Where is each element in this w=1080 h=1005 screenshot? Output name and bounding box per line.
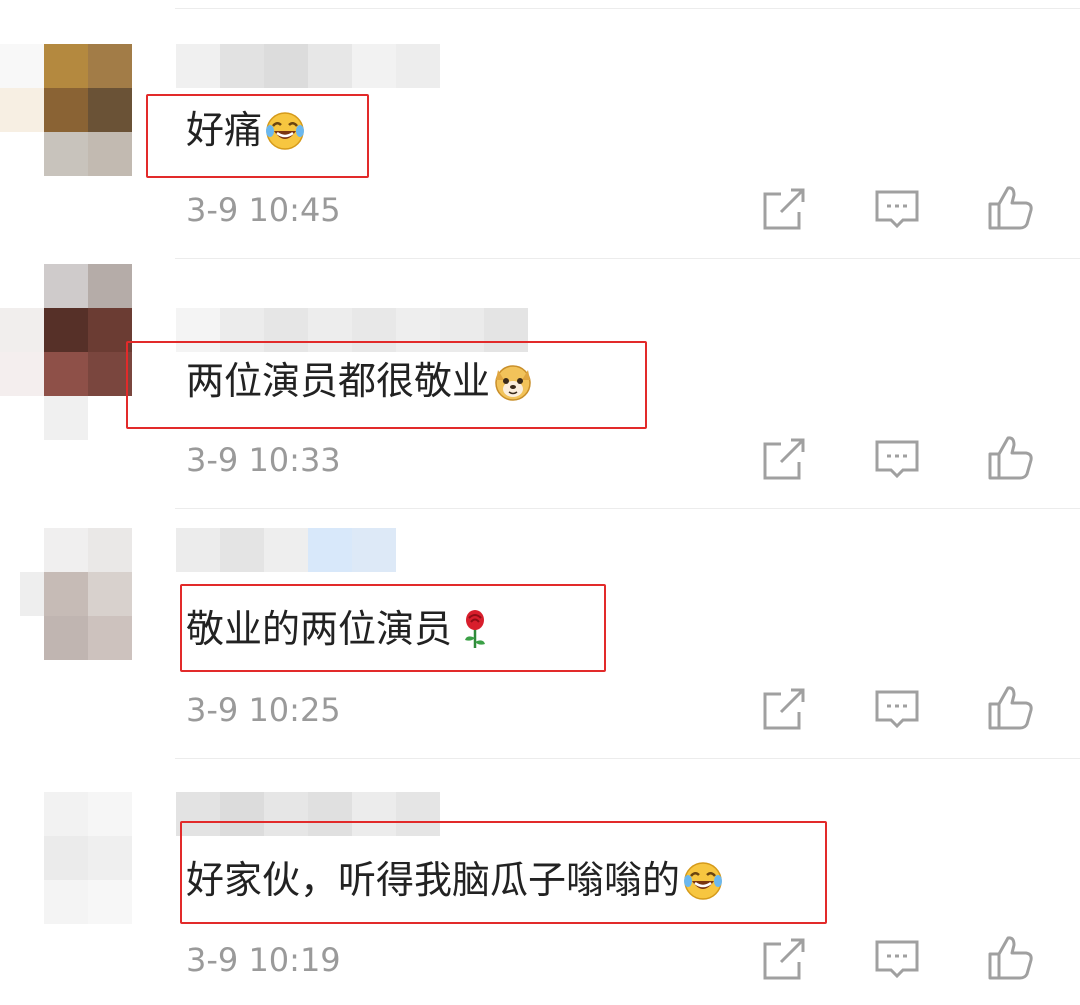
blurred-region (44, 396, 88, 440)
laughing-tears-emoji (684, 862, 723, 900)
comment-text: 敬业的两位演员 (186, 605, 496, 653)
comment-body: 敬业的两位演员 (186, 607, 453, 651)
comment-divider (175, 758, 1080, 759)
comment-timestamp: 3-9 10:33 (186, 441, 341, 479)
thumbs-up-icon (988, 686, 1033, 730)
like-button[interactable] (986, 434, 1034, 482)
laughing-tears-emoji (266, 112, 305, 150)
share-icon (763, 188, 805, 230)
share-button[interactable] (759, 936, 807, 984)
reply-comment-icon (875, 190, 919, 229)
share-button[interactable] (759, 186, 807, 234)
thumbs-up-icon (988, 936, 1033, 980)
comment-timestamp: 3-9 10:19 (186, 941, 341, 979)
username[interactable] (176, 44, 440, 88)
blurred-region (0, 88, 44, 132)
reply-comment-icon (875, 690, 919, 729)
top-divider (175, 8, 1080, 9)
share-button[interactable] (759, 436, 807, 484)
avatar[interactable] (44, 528, 132, 660)
rose-emoji (465, 610, 486, 648)
thumbs-up-icon (988, 436, 1033, 480)
comment-body: 好家伙，听得我脑瓜子嗡嗡的 (186, 858, 681, 902)
comment-body: 两位演员都很敬业 (186, 359, 491, 403)
comment-text: 两位演员都很敬业 (186, 357, 534, 405)
blurred-region (0, 352, 44, 396)
reply-button[interactable] (873, 436, 921, 484)
reply-button[interactable] (873, 936, 921, 984)
comment-timestamp: 3-9 10:45 (186, 191, 341, 229)
reply-comment-icon (875, 940, 919, 979)
reply-button[interactable] (873, 686, 921, 734)
username[interactable] (176, 528, 396, 572)
share-icon (763, 688, 805, 730)
comment-divider (175, 508, 1080, 509)
thumbs-up-icon (988, 186, 1033, 230)
like-button[interactable] (986, 684, 1034, 732)
share-icon (763, 438, 805, 480)
avatar[interactable] (44, 792, 132, 924)
like-button[interactable] (986, 184, 1034, 232)
avatar[interactable] (44, 44, 132, 176)
comment-text: 好家伙，听得我脑瓜子嗡嗡的 (186, 856, 724, 904)
blurred-region (20, 572, 44, 616)
blurred-region (0, 44, 44, 88)
avatar[interactable] (44, 264, 132, 396)
reply-button[interactable] (873, 186, 921, 234)
comment-divider (175, 258, 1080, 259)
like-button[interactable] (986, 934, 1034, 982)
doge-emoji (495, 365, 531, 401)
blurred-region (0, 308, 44, 352)
comment-timestamp: 3-9 10:25 (186, 691, 341, 729)
reply-comment-icon (875, 440, 919, 479)
share-icon (763, 938, 805, 980)
comment-body: 好痛 (186, 108, 263, 152)
share-button[interactable] (759, 686, 807, 734)
comment-text: 好痛 (186, 106, 306, 154)
